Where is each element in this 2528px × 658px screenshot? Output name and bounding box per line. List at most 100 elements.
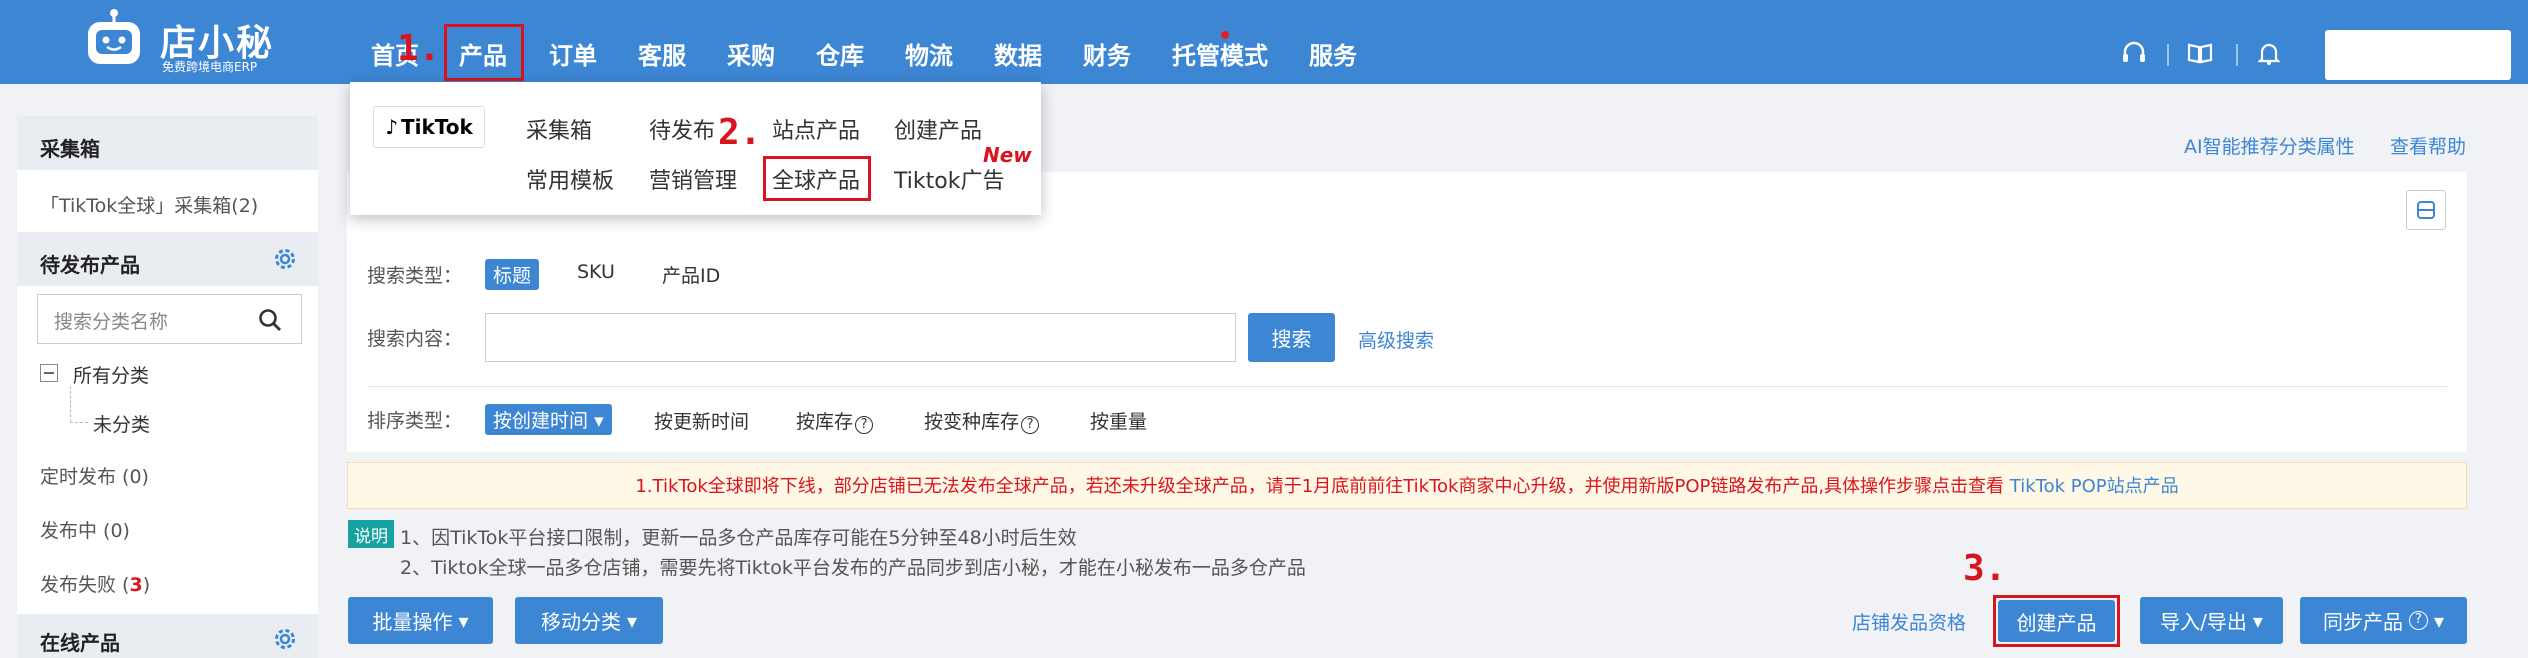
step-3-label: 3. [1963, 548, 2007, 589]
nav-orders[interactable]: 订单 [549, 36, 597, 71]
tree-uncategorized[interactable]: 未分类 [93, 410, 150, 437]
menu-create-product[interactable]: 创建产品 [894, 113, 982, 145]
robot-logo-icon[interactable] [82, 8, 146, 72]
menu-tiktok-ads[interactable]: Tiktok广告 [894, 163, 1004, 195]
chevron-down-icon: ▾ [2252, 608, 2263, 633]
divider [367, 386, 2447, 387]
sort-by-updated[interactable]: 按更新时间 [654, 407, 749, 434]
import-export-button[interactable]: 导入/导出 ▾ [2140, 597, 2283, 644]
sync-product-label: 同步产品 [2322, 610, 2403, 634]
search-content-input[interactable] [485, 313, 1236, 362]
notification-dot [1221, 31, 1229, 39]
tiktok-platform-tab[interactable]: ♪ TikTok [373, 106, 485, 148]
menu-pending-publish[interactable]: 待发布 [649, 113, 715, 145]
tree-all-categories[interactable]: 所有分类 [73, 361, 149, 388]
collapse-tree-icon[interactable] [40, 364, 58, 382]
nav-finance[interactable]: 财务 [1083, 36, 1131, 71]
sort-by-stock[interactable]: 按库存? [796, 407, 874, 434]
search-type-sku[interactable]: SKU [577, 261, 615, 283]
menu-templates[interactable]: 常用模板 [526, 163, 614, 195]
chevron-down-icon: ▾ [458, 608, 469, 633]
panel-toggle-icon [2417, 201, 2435, 219]
batch-actions-button[interactable]: 批量操作 ▾ [348, 597, 493, 644]
search-icon[interactable] [257, 307, 283, 333]
explain-line-2: 2、Tiktok全球一品多仓店铺，需要先将Tiktok平台发布的产品同步到店小秘… [400, 557, 1306, 579]
gear-icon[interactable] [272, 626, 298, 652]
notice-link[interactable]: TikTok POP站点产品 [2010, 476, 2179, 497]
import-export-label: 导入/导出 [2160, 610, 2247, 634]
menu-collect-box[interactable]: 采集箱 [526, 113, 592, 145]
help-circle-icon[interactable]: ? [1021, 416, 1040, 434]
store-qualification-link[interactable]: 店铺发品资格 [1852, 608, 1966, 635]
batch-actions-label: 批量操作 [372, 610, 453, 634]
sort-type-label: 排序类型： [367, 410, 463, 432]
menu-marketing[interactable]: 营销管理 [649, 163, 737, 195]
tiktok-note-icon: ♪ [385, 115, 398, 139]
help-circle-icon[interactable]: ? [855, 416, 874, 434]
failed-suffix: ) [142, 574, 151, 596]
create-product-button[interactable]: 创建产品 [1998, 600, 2115, 642]
brand-subtitle: 免费跨境电商ERP [162, 60, 258, 74]
help-circle-icon[interactable]: ? [2408, 611, 2428, 630]
gear-icon[interactable] [272, 246, 298, 272]
search-type-label: 搜索类型： [367, 265, 463, 287]
nav-divider [2167, 44, 2169, 66]
nav-product[interactable]: 产品 [459, 36, 507, 71]
tree-connector [70, 422, 88, 423]
category-search-placeholder: 搜索分类名称 [54, 311, 169, 333]
sort-by-variant-stock[interactable]: 按变种库存? [924, 407, 1040, 434]
book-icon[interactable] [2185, 38, 2215, 68]
bell-icon[interactable] [2254, 38, 2284, 68]
move-category-label: 移动分类 [540, 610, 621, 634]
sidebar-online-title[interactable]: 在线产品 [40, 627, 120, 656]
sort-by-variant-stock-label: 按变种库存 [924, 411, 1020, 433]
nav-managed-mode[interactable]: 托管模式 [1172, 36, 1268, 71]
category-search-input[interactable]: 搜索分类名称 [37, 294, 302, 344]
advanced-search-link[interactable]: 高级搜索 [1358, 326, 1434, 353]
explain-line-1: 1、因TikTok平台接口限制，更新一品多仓产品库存可能在5分钟至48小时后生效 [400, 527, 1077, 549]
sync-product-button[interactable]: 同步产品? ▾ [2300, 597, 2467, 644]
sort-by-stock-label: 按库存 [796, 411, 854, 433]
nav-purchase[interactable]: 采购 [727, 36, 775, 71]
notice-content: 1.TikTok全球即将下线，部分店铺已无法发布全球产品，若还未升级全球产品，请… [347, 472, 2467, 498]
sidebar-collect-title[interactable]: 采集箱 [40, 133, 100, 162]
nav-customer-service[interactable]: 客服 [638, 36, 686, 71]
sidebar-item-scheduled[interactable]: 定时发布 (0) [40, 462, 149, 489]
nav-services[interactable]: 服务 [1309, 36, 1357, 71]
sort-by-created[interactable]: 按创建时间 ▾ [485, 404, 612, 435]
sidebar-pending-title[interactable]: 待发布产品 [40, 249, 140, 278]
nav-data[interactable]: 数据 [994, 36, 1042, 71]
tiktok-platform-label: TikTok [400, 115, 473, 139]
chevron-down-icon: ▾ [2433, 608, 2445, 633]
sort-by-weight[interactable]: 按重量 [1090, 407, 1147, 434]
chevron-down-icon: ▾ [626, 608, 638, 633]
nav-divider [2236, 44, 2238, 66]
sidebar-item-publishing[interactable]: 发布中 (0) [40, 516, 130, 543]
explain-badge: 说明 [348, 520, 394, 548]
nav-warehouse[interactable]: 仓库 [816, 36, 864, 71]
headset-icon[interactable] [2119, 38, 2149, 68]
sidebar-item-failed[interactable]: 发布失败 (3) [40, 570, 150, 597]
move-category-button[interactable]: 移动分类 ▾ [515, 597, 663, 644]
search-button[interactable]: 搜索 [1248, 313, 1335, 362]
step-1-label: 1. [397, 28, 441, 69]
collapse-panel-button[interactable] [2406, 190, 2446, 230]
notice-text: 1.TikTok全球即将下线，部分店铺已无法发布全球产品，若还未升级全球产品，请… [635, 476, 2005, 497]
sort-by-created-label: 按创建时间 [493, 410, 589, 432]
nav-logistics[interactable]: 物流 [905, 36, 953, 71]
search-content-label: 搜索内容： [367, 328, 463, 350]
product-dropdown-menu [350, 82, 1041, 215]
sidebar-item-tiktok-collect[interactable]: 「TikTok全球」采集箱(2) [40, 191, 258, 218]
menu-site-products[interactable]: 站点产品 [772, 113, 860, 145]
search-type-title[interactable]: 标题 [485, 259, 540, 290]
help-link[interactable]: 查看帮助 [2390, 132, 2466, 159]
failed-count: 3 [129, 574, 143, 596]
ai-recommend-link[interactable]: AI智能推荐分类属性 [2184, 132, 2355, 159]
menu-global-products[interactable]: 全球产品 [772, 163, 860, 195]
tree-connector [70, 386, 71, 422]
search-type-product-id[interactable]: 产品ID [662, 261, 720, 288]
failed-prefix: 发布失败 ( [40, 574, 130, 596]
new-badge: New [983, 143, 1032, 167]
step-2-label: 2. [718, 112, 762, 153]
user-menu-box[interactable] [2325, 30, 2511, 80]
